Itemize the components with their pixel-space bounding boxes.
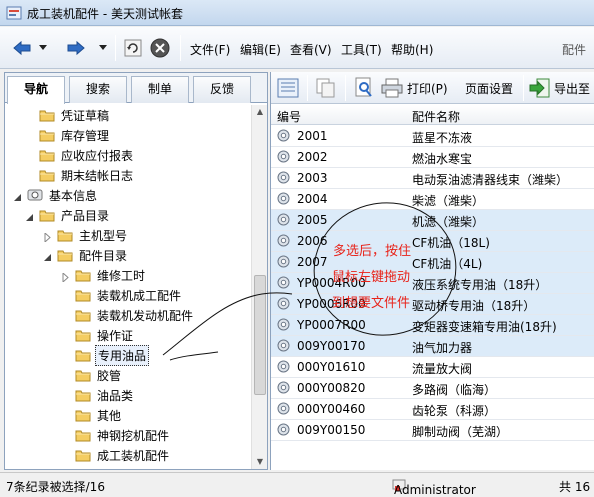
status-selection: 7条纪录被选择/16 (6, 480, 105, 494)
annotation-line-2: 鼠标左键拖动 (332, 270, 411, 285)
status-user: Administrator (392, 478, 476, 497)
status-bar: 7条纪录被选择/16 Administrator 共 16 (0, 472, 594, 497)
annotation-line-1: 多选后，按住 (333, 244, 412, 259)
annotation-drawing (162, 202, 457, 361)
status-total: 共 16 (559, 480, 591, 494)
annotation-line-3: 到想要文件件 (332, 296, 411, 311)
status-user-name: Administrator (394, 483, 476, 497)
